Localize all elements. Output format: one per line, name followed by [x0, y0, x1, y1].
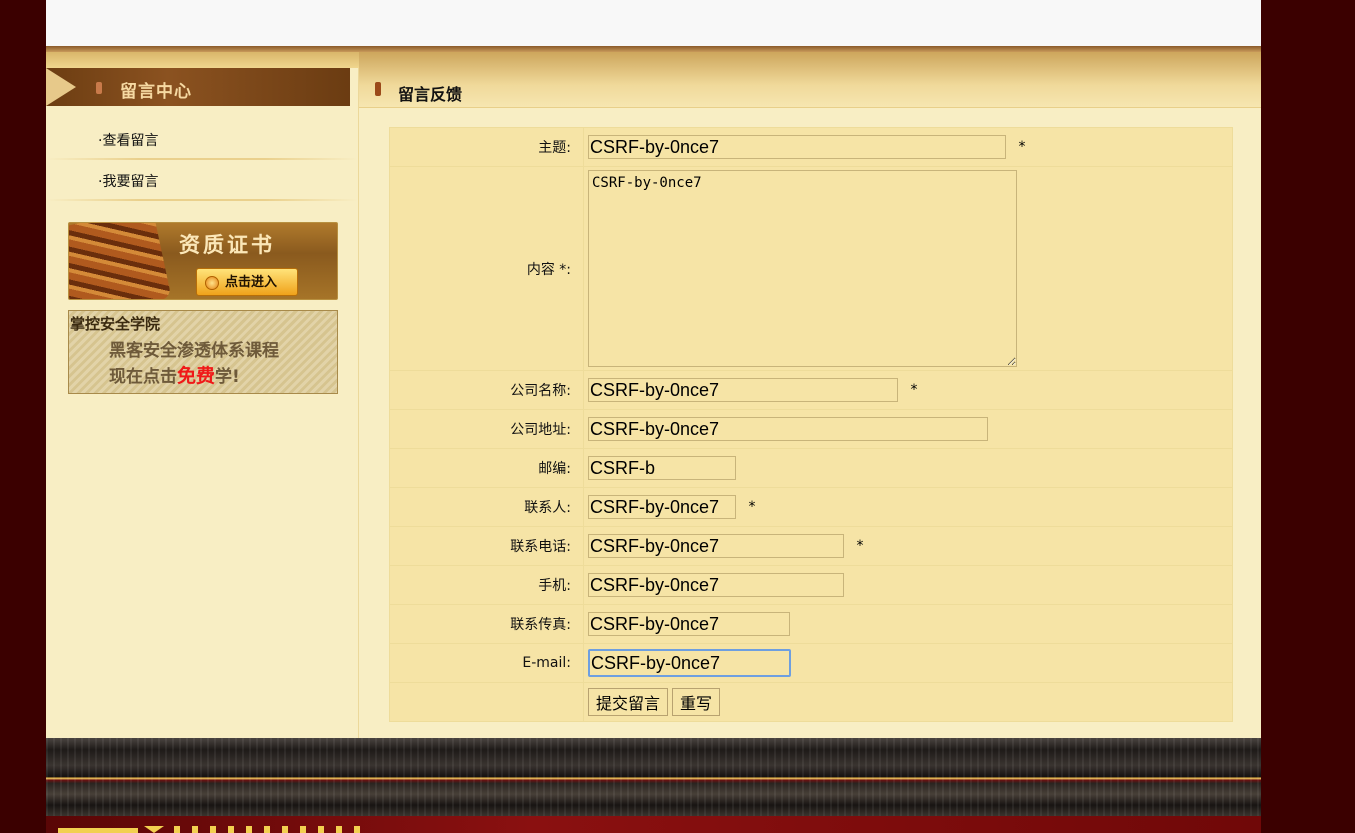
reset-button[interactable]: 重写 — [672, 688, 721, 716]
email-label: E-mail: — [389, 643, 584, 683]
form-row-subject: 主题: * — [389, 127, 1233, 167]
content-header: 留言反馈 — [359, 52, 1261, 108]
company-label: 公司名称: — [389, 370, 584, 410]
academy-line2-prefix: 现在点击 — [109, 367, 177, 387]
company-name-input[interactable] — [588, 378, 898, 402]
content-textarea[interactable]: CSRF-by-0nce7 — [588, 170, 1017, 367]
sidebar-title: 留言中心 — [120, 82, 192, 102]
form-row-fax: 联系传真: — [389, 604, 1233, 644]
academy-banner-line1: 黑客安全渗透体系课程 — [109, 341, 279, 361]
academy-banner-line2: 现在点击免费学! — [109, 361, 240, 388]
company-address-input[interactable] — [588, 417, 988, 441]
form-row-content: 内容 *: CSRF-by-0nce7 — [389, 166, 1233, 371]
mobile-input[interactable] — [588, 573, 844, 597]
sidebar-divider — [46, 158, 358, 160]
academy-free-highlight: 免费 — [177, 365, 216, 387]
contact-person-input[interactable] — [588, 495, 736, 519]
content-title: 留言反馈 — [398, 85, 463, 104]
form-row-actions: 提交留言 重写 — [389, 682, 1233, 722]
required-mark: * — [748, 499, 756, 515]
required-mark: * — [1018, 139, 1026, 155]
required-mark: * — [910, 382, 918, 398]
phone-label: 联系电话: — [389, 526, 584, 566]
footer-logo-text-fragment — [174, 826, 364, 833]
sidebar-link-leave-message[interactable]: ·我要留言 — [98, 171, 158, 191]
academy-banner-title: 掌控安全学院 — [70, 315, 161, 333]
form-row-address: 公司地址: — [389, 409, 1233, 449]
academy-banner[interactable]: 掌控安全学院 黑客安全渗透体系课程 现在点击免费学! — [68, 310, 338, 394]
zip-input[interactable] — [588, 456, 736, 480]
footer-logo-bar — [58, 828, 138, 833]
footer-decorative-band — [46, 738, 1261, 816]
sidebar-divider — [46, 199, 358, 201]
marker-icon — [375, 82, 381, 96]
form-row-contact: 联系人: * — [389, 487, 1233, 527]
mobile-label: 手机: — [389, 565, 584, 605]
submit-button[interactable]: 提交留言 — [588, 688, 669, 716]
certificate-enter-label: 点击进入 — [225, 275, 278, 290]
form-row-zip: 邮编: — [389, 448, 1233, 488]
sidebar-link-view-messages[interactable]: ·查看留言 — [98, 130, 158, 150]
contact-label: 联系人: — [389, 487, 584, 527]
subject-label: 主题: — [389, 127, 584, 167]
address-label: 公司地址: — [389, 409, 584, 449]
required-mark: * — [856, 538, 864, 554]
certificate-banner-title: 资质证书 — [179, 233, 275, 257]
feedback-form: 主题: * 内容 *: CSRF-by-0nce7 公司名称: * 公司地址: — [389, 127, 1233, 722]
phone-input[interactable] — [588, 534, 844, 558]
wood-carving-image — [69, 223, 172, 299]
form-row-email: E-mail: — [389, 643, 1233, 683]
footer-logo-triangle — [144, 826, 164, 833]
form-row-company: 公司名称: * — [389, 370, 1233, 410]
form-row-mobile: 手机: — [389, 565, 1233, 605]
circle-icon — [205, 276, 219, 290]
certificate-enter-button[interactable]: 点击进入 — [196, 268, 298, 296]
arrow-icon — [46, 68, 76, 106]
main-panel: 留言中心 ·查看留言 ·我要留言 资质证书 点击进入 掌控安全学院 黑客安全渗透… — [46, 52, 1261, 738]
top-blank-area — [46, 0, 1261, 46]
fax-label: 联系传真: — [389, 604, 584, 644]
marker-icon — [96, 82, 102, 94]
email-input[interactable] — [588, 649, 791, 677]
subject-input[interactable] — [588, 135, 1006, 159]
actions-label-cell — [389, 682, 584, 722]
form-row-phone: 联系电话: * — [389, 526, 1233, 566]
sidebar: 留言中心 ·查看留言 ·我要留言 资质证书 点击进入 掌控安全学院 黑客安全渗透… — [46, 52, 359, 738]
fax-input[interactable] — [588, 612, 790, 636]
footer-bottom — [46, 816, 1261, 833]
content-label: 内容 *: — [389, 166, 584, 371]
zip-label: 邮编: — [389, 448, 584, 488]
sidebar-top-strip — [46, 52, 359, 68]
academy-line2-suffix: 学! — [215, 367, 240, 387]
certificate-banner[interactable]: 资质证书 点击进入 — [68, 222, 338, 300]
sidebar-header: 留言中心 — [46, 68, 350, 106]
